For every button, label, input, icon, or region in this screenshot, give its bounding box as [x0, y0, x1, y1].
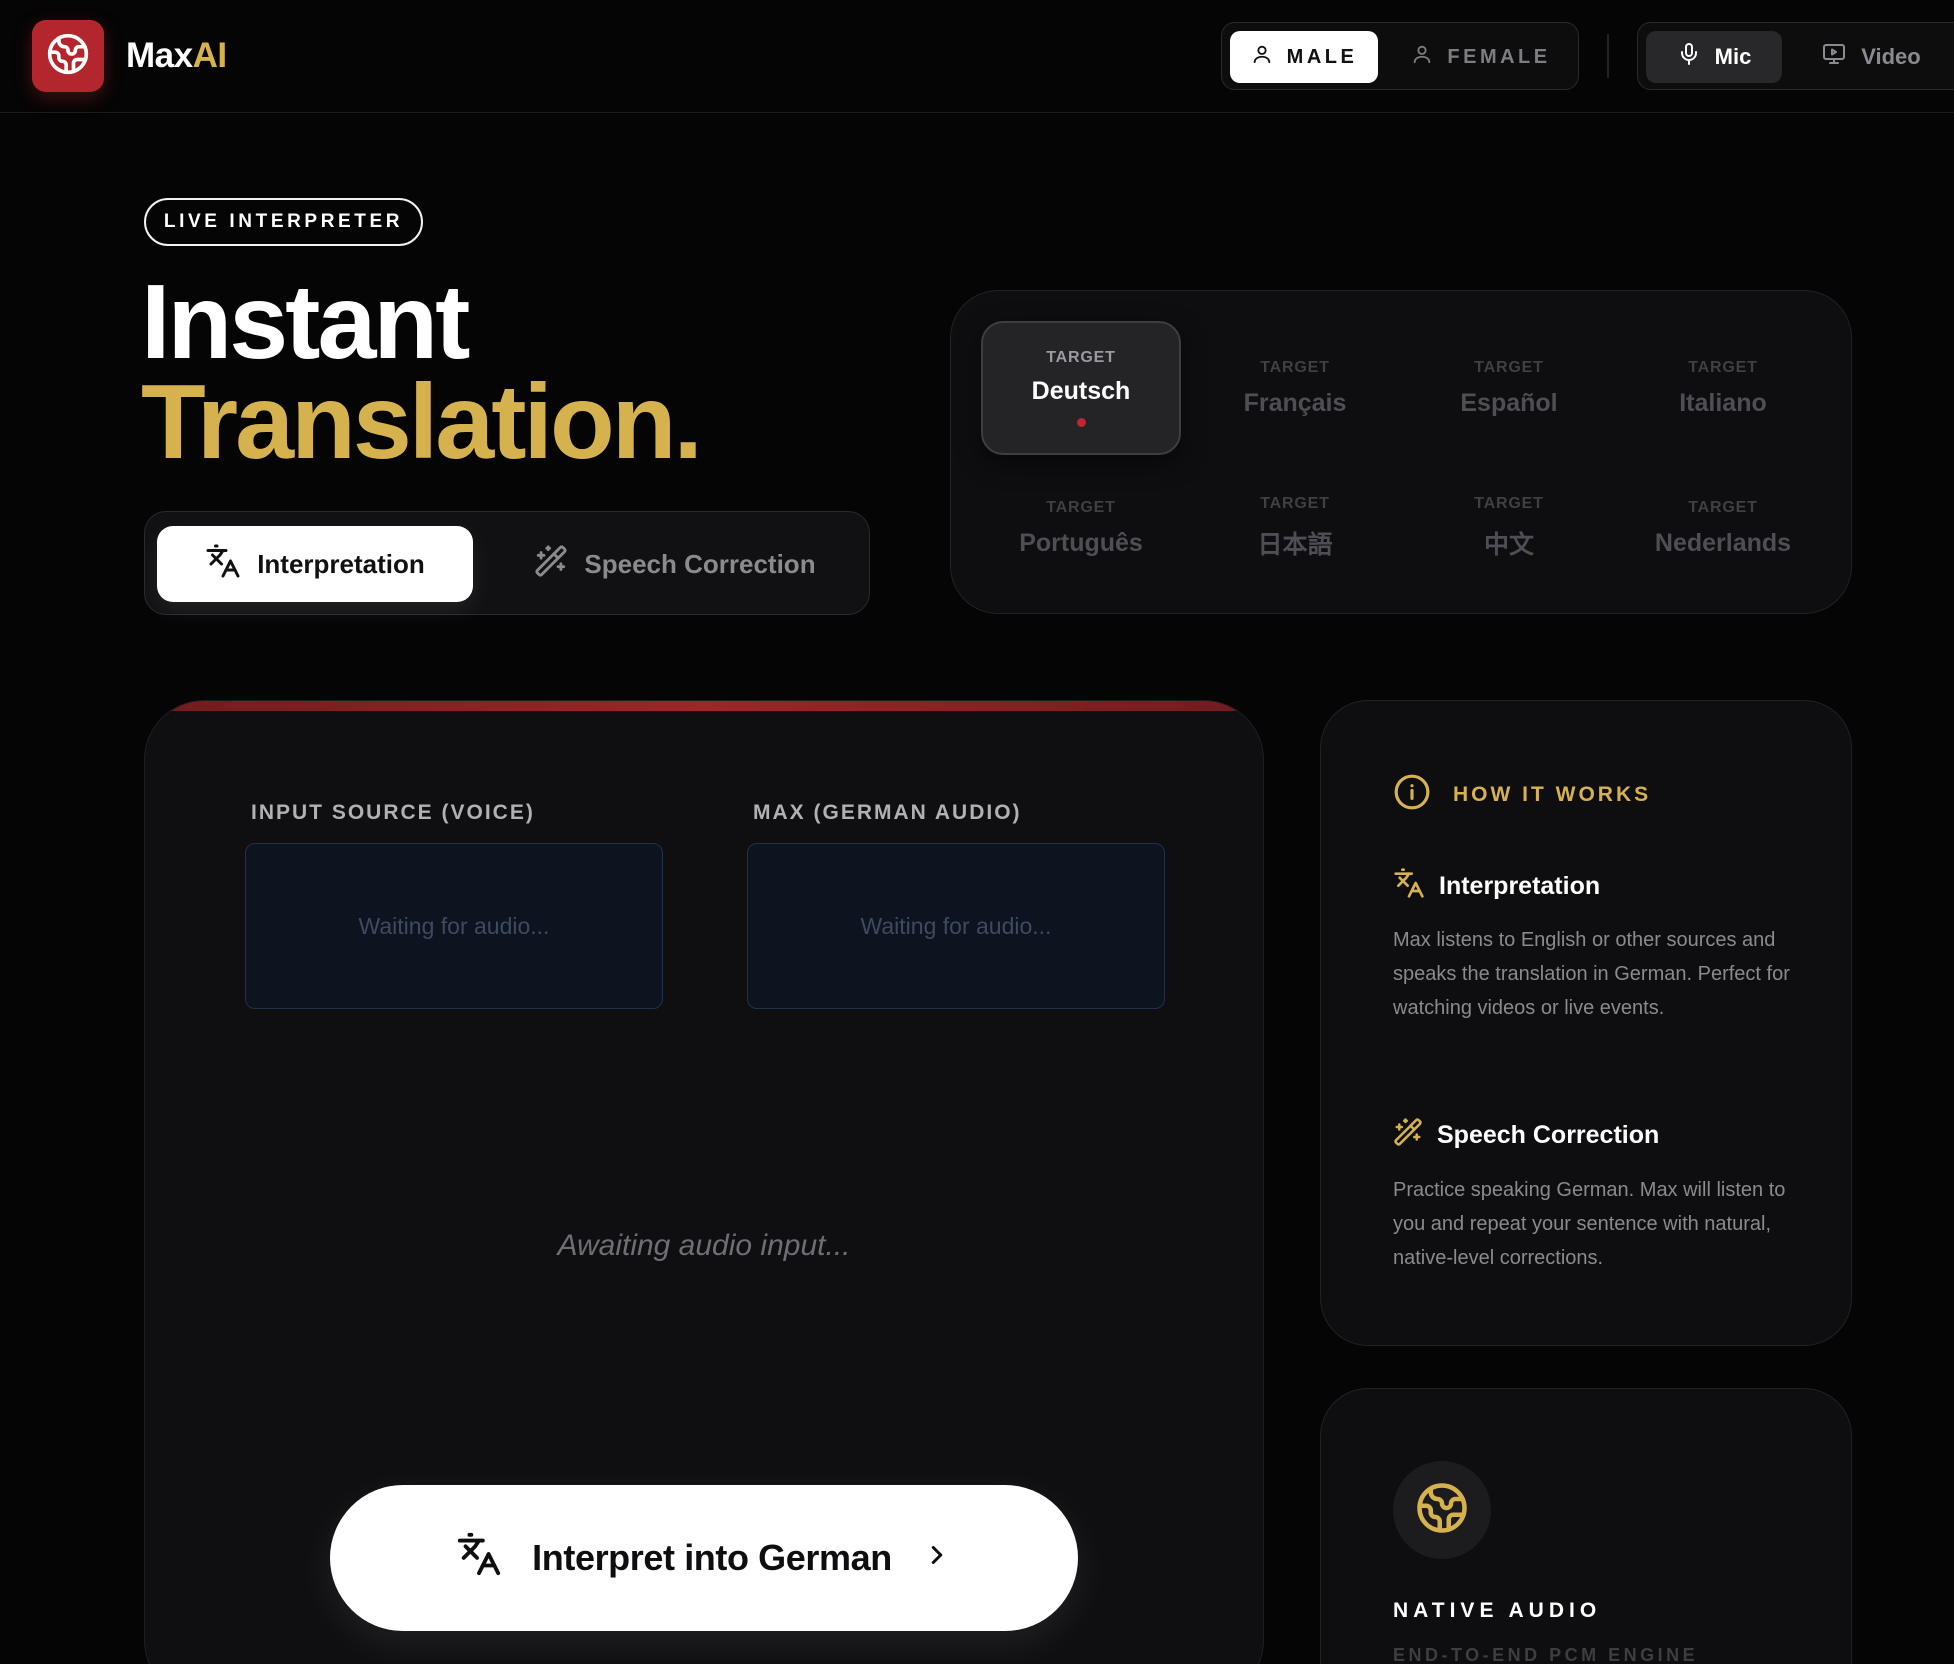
tab-interpretation[interactable]: Interpretation [157, 526, 473, 602]
status-text: Awaiting audio input... [557, 1229, 851, 1262]
tab-speech-correction[interactable]: Speech Correction [505, 526, 845, 602]
feature-interpretation-description: Max listens to English or other sources … [1393, 929, 1790, 1019]
monitor-play-icon [1821, 42, 1847, 72]
how-it-works-title: HOW IT WORKS [1453, 782, 1652, 806]
language-option-deutsch[interactable]: TARGET Deutsch [981, 321, 1181, 455]
language-target-label: TARGET [1260, 495, 1330, 512]
language-name: Deutsch [1031, 377, 1131, 405]
translate-icon [456, 1531, 502, 1586]
feature-speech-correction-heading: Speech Correction [1393, 1117, 1659, 1154]
interpreter-panel: INPUT SOURCE (VOICE) Waiting for audio..… [144, 700, 1264, 1664]
how-it-works-header: HOW IT WORKS [1393, 773, 1651, 816]
language-target-label: TARGET [1688, 358, 1758, 376]
page-title: Instant Translation. [141, 263, 703, 481]
language-option-italiano[interactable]: TARGET Italiano [1623, 321, 1823, 455]
language-target-label: TARGET [1046, 498, 1116, 516]
output-placeholder: Waiting for audio... [860, 912, 1052, 939]
feature-speech-correction-title: Speech Correction [1437, 1121, 1660, 1149]
language-option-portugues[interactable]: TARGET Português [981, 461, 1181, 595]
language-name: 中文 [1483, 531, 1534, 559]
language-name: Español [1460, 388, 1558, 417]
mic-button[interactable]: Mic [1646, 31, 1782, 83]
translate-icon [1393, 867, 1425, 906]
feature-interpretation-title: Interpretation [1439, 872, 1601, 900]
language-target-label: TARGET [1046, 349, 1116, 366]
page-title-line1: Instant [141, 263, 470, 381]
feature-speech-correction-description: Practice speaking German. Max will liste… [1393, 1179, 1786, 1269]
voice-gender-toggle: MALE FEMALE [1221, 22, 1579, 90]
language-name: 日本語 [1257, 531, 1333, 559]
input-placeholder: Waiting for audio... [358, 912, 550, 939]
language-target-label: TARGET [1474, 358, 1544, 376]
brand-accent: AI [192, 36, 228, 75]
female-voice-label: FEMALE [1447, 45, 1551, 68]
interpret-button[interactable]: Interpret into German [330, 1485, 1078, 1631]
native-audio-subtitle: END-TO-END PCM ENGINE [1393, 1645, 1699, 1664]
male-voice-button[interactable]: MALE [1230, 31, 1378, 83]
video-button[interactable]: Video [1796, 31, 1946, 83]
header-divider [1607, 34, 1609, 78]
tab-speech-correction-label: Speech Correction [584, 548, 816, 579]
app-page: MaxAI MALE FEMALE Mic Video LIVE INTERPR… [0, 0, 1954, 1664]
page-title-line2: Translation. [141, 363, 703, 481]
mode-toggle: Interpretation Speech Correction [144, 511, 870, 615]
language-option-japanese[interactable]: TARGET 日本語 [1195, 461, 1395, 595]
chevron-right-icon [922, 1537, 952, 1579]
language-name: Italiano [1679, 388, 1767, 417]
language-name: Nederlands [1654, 528, 1792, 557]
language-target-label: TARGET [1474, 495, 1544, 512]
info-icon [1393, 773, 1431, 816]
how-it-works-card: HOW IT WORKS Interpretation Max listens … [1320, 700, 1852, 1346]
input-source-toggle: Mic Video [1637, 22, 1954, 90]
input-transcript-box: Waiting for audio... [245, 843, 663, 1009]
globe-icon [46, 32, 90, 81]
native-audio-card: NATIVE AUDIO END-TO-END PCM ENGINE [1320, 1388, 1852, 1664]
feature-interpretation-heading: Interpretation [1393, 867, 1600, 906]
output-source-label: MAX (GERMAN AUDIO) [753, 801, 1022, 824]
language-option-espanol[interactable]: TARGET Español [1409, 321, 1609, 455]
language-target-label: TARGET [1260, 358, 1330, 376]
brand-name: MaxAI [126, 36, 227, 76]
mic-label: Mic [1714, 44, 1752, 69]
target-language-grid: TARGET Deutsch TARGET Français TARGET Es… [950, 290, 1852, 614]
language-option-francais[interactable]: TARGET Français [1195, 321, 1395, 455]
native-audio-title: NATIVE AUDIO [1393, 1599, 1602, 1622]
user-icon [1411, 43, 1433, 71]
male-voice-label: MALE [1286, 45, 1358, 68]
language-name: Français [1243, 388, 1347, 417]
brand-main: Max [126, 36, 193, 75]
top-bar: MaxAI MALE FEMALE Mic Video [0, 0, 1954, 113]
language-option-nederlands[interactable]: TARGET Nederlands [1623, 461, 1823, 595]
globe-icon [1415, 1481, 1469, 1540]
language-name: Português [1019, 528, 1143, 557]
output-transcript-box: Waiting for audio... [747, 843, 1165, 1009]
magic-wand-icon [534, 544, 568, 585]
tab-interpretation-label: Interpretation [257, 548, 425, 579]
language-target-label: TARGET [1688, 498, 1758, 516]
translate-icon [205, 543, 241, 586]
female-voice-button[interactable]: FEMALE [1390, 31, 1572, 83]
native-audio-icon-badge [1393, 1461, 1491, 1559]
language-option-chinese[interactable]: TARGET 中文 [1409, 461, 1609, 595]
input-source-label: INPUT SOURCE (VOICE) [251, 801, 535, 824]
interpret-button-label: Interpret into German [532, 1537, 892, 1578]
panel-accent-bar [145, 701, 1263, 711]
selected-indicator [1076, 418, 1086, 427]
microphone-icon [1677, 42, 1701, 72]
user-icon [1251, 43, 1273, 71]
live-interpreter-badge: LIVE INTERPRETER [144, 198, 423, 246]
video-label: Video [1861, 44, 1921, 69]
magic-wand-icon [1393, 1117, 1423, 1154]
logo[interactable] [32, 20, 104, 92]
